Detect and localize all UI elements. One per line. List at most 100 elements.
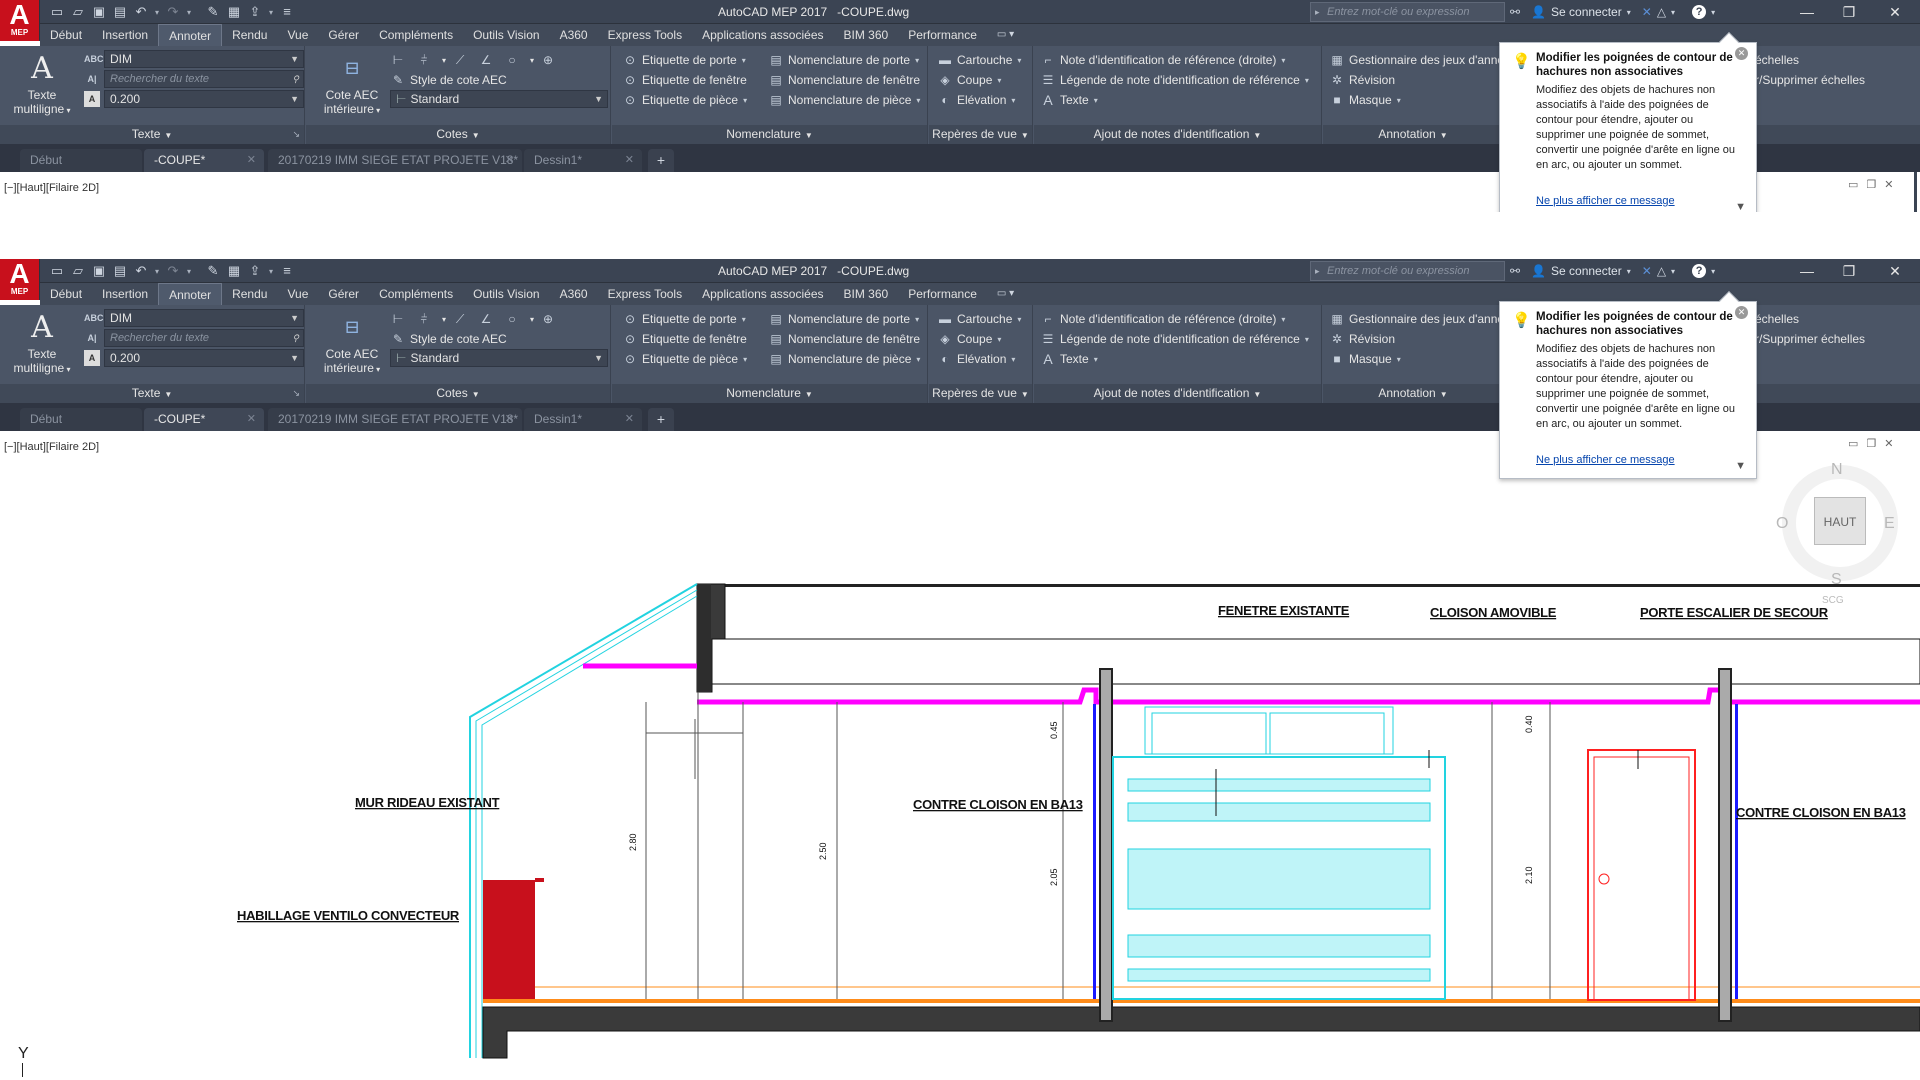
continue-dim-icon[interactable]: ⫩ bbox=[416, 53, 432, 68]
sign-in-button[interactable]: Se connecter bbox=[1551, 5, 1622, 19]
keynote-legend-button[interactable]: ☰ Légende de note d'identification de réf… bbox=[1040, 70, 1309, 90]
qat-customize-icon[interactable]: ≡ bbox=[278, 262, 296, 280]
tab-applications-associees[interactable]: Applications associées bbox=[692, 24, 833, 46]
plot-icon[interactable]: ▦ bbox=[225, 3, 243, 21]
minimize-button[interactable]: — bbox=[1784, 0, 1830, 24]
chevron-down-icon[interactable]: ▼ bbox=[1735, 201, 1746, 212]
help-dropdown-icon[interactable]: ▾ bbox=[1711, 267, 1715, 276]
multiline-text-dropdown-icon[interactable]: ▾ bbox=[64, 365, 70, 374]
panel-nomenclature-title[interactable]: Nomenclature ▼ bbox=[612, 384, 927, 403]
angular-dim-icon[interactable]: ∠ bbox=[478, 53, 494, 67]
multiline-text-button[interactable]: A Texte multiligne ▾ bbox=[6, 50, 78, 118]
close-icon[interactable]: ✕ bbox=[625, 408, 634, 430]
mask-button[interactable]: ■ Masque ▾ bbox=[1329, 90, 1400, 110]
multiline-text-dropdown-icon[interactable]: ▾ bbox=[64, 106, 70, 115]
tab-applications-associees[interactable]: Applications associées bbox=[692, 283, 833, 305]
viewport-close-icon[interactable]: ✕ bbox=[1884, 437, 1893, 450]
undo-icon[interactable]: ↶ bbox=[132, 262, 150, 280]
dim-style-select[interactable]: ⊢ Standard ▼ bbox=[390, 349, 608, 367]
exchange-apps-icon[interactable]: ✕ bbox=[1642, 5, 1652, 19]
application-menu-button[interactable]: A MEP bbox=[0, 259, 40, 300]
room-tag-button[interactable]: ⊙ Etiquette de pièce ▾ bbox=[622, 90, 747, 110]
close-icon[interactable]: ✕ bbox=[505, 408, 514, 430]
save-icon[interactable]: ▣ bbox=[90, 3, 108, 21]
door-tag-button[interactable]: ⊙ Etiquette de porte ▾ bbox=[622, 50, 746, 70]
viewport-minimize-icon[interactable]: ▭ bbox=[1848, 437, 1858, 450]
a360-icon[interactable]: △ bbox=[1657, 5, 1666, 19]
window-schedule-button[interactable]: ▤ Nomenclature de fenêtre bbox=[768, 329, 920, 349]
continue-dropdown-icon[interactable]: ▾ bbox=[442, 56, 446, 65]
mask-button[interactable]: ■ Masque ▾ bbox=[1329, 349, 1400, 369]
radius-dim-icon[interactable]: ○ bbox=[504, 312, 520, 326]
new-file-icon[interactable]: ▭ bbox=[48, 262, 66, 280]
dont-show-again-link[interactable]: Ne plus afficher ce message bbox=[1536, 454, 1675, 466]
continue-dropdown-icon[interactable]: ▾ bbox=[442, 315, 446, 324]
maximize-button[interactable]: ❐ bbox=[1826, 0, 1872, 24]
dont-show-again-link[interactable]: Ne plus afficher ce message bbox=[1536, 195, 1675, 207]
redo-icon[interactable]: ↷ bbox=[164, 262, 182, 280]
scales-button[interactable]: échelles bbox=[1755, 50, 1799, 70]
section-mark-button[interactable]: ◈ Coupe ▾ bbox=[937, 329, 1001, 349]
tab-vue[interactable]: Vue bbox=[277, 24, 318, 46]
door-schedule-button[interactable]: ▤ Nomenclature de porte ▾ bbox=[768, 50, 919, 70]
redo-dropdown-icon[interactable]: ▾ bbox=[185, 8, 193, 17]
panel-texte-title[interactable]: Texte ▼ ↘ bbox=[0, 125, 304, 144]
linear-dim-icon[interactable]: ⊢ bbox=[390, 53, 406, 67]
aec-dimension-dropdown-icon[interactable]: ▾ bbox=[374, 365, 380, 374]
open-folder-icon[interactable]: ▱ bbox=[69, 3, 87, 21]
aec-dimension-dropdown-icon[interactable]: ▾ bbox=[374, 106, 380, 115]
keynote-legend-button[interactable]: ☰ Légende de note d'identification de réf… bbox=[1040, 329, 1309, 349]
tab-performance[interactable]: Performance bbox=[898, 283, 987, 305]
redo-dropdown-icon[interactable]: ▾ bbox=[185, 267, 193, 276]
ribbon-display-toggle-icon[interactable]: ▭ ▾ bbox=[987, 24, 1024, 46]
tab-annoter[interactable]: Annoter bbox=[158, 283, 223, 305]
share-icon[interactable]: ⇪ bbox=[246, 3, 264, 21]
dialog-launcher-icon[interactable]: ↘ bbox=[292, 384, 300, 403]
application-menu-button[interactable]: A MEP bbox=[0, 0, 40, 41]
help-icon[interactable]: ? bbox=[1692, 5, 1707, 19]
search-expand-icon[interactable]: ▸ bbox=[1315, 262, 1320, 280]
tab-complements[interactable]: Compléments bbox=[369, 24, 463, 46]
close-icon[interactable]: ✕ bbox=[247, 408, 256, 430]
find-binoculars-icon[interactable]: ⚲ bbox=[292, 71, 299, 87]
undo-dropdown-icon[interactable]: ▾ bbox=[153, 8, 161, 17]
center-mark-icon[interactable]: ⊕ bbox=[540, 53, 556, 67]
title-mark-button[interactable]: ▬ Cartouche ▾ bbox=[937, 50, 1021, 70]
tab-insertion[interactable]: Insertion bbox=[92, 283, 158, 305]
section-mark-button[interactable]: ◈ Coupe ▾ bbox=[937, 70, 1001, 90]
window-tag-button[interactable]: ⊙ Etiquette de fenêtre bbox=[622, 70, 747, 90]
tab-debut[interactable]: Début bbox=[40, 283, 92, 305]
doc-tab-coupe[interactable]: -COUPE* ✕ bbox=[144, 408, 264, 431]
doc-tab-imm-siege[interactable]: 20170219 IMM SIEGE ETAT PROJETE V18* ✕ bbox=[268, 408, 522, 431]
panel-annotation-title[interactable]: Annotation ▼ bbox=[1323, 384, 1503, 403]
close-icon[interactable]: ✕ bbox=[625, 149, 634, 171]
match-properties-icon[interactable]: ✎ bbox=[204, 262, 222, 280]
help-dropdown-icon[interactable]: ▾ bbox=[1711, 8, 1715, 17]
help-icon[interactable]: ? bbox=[1692, 264, 1707, 278]
room-tag-button[interactable]: ⊙ Etiquette de pièce ▾ bbox=[622, 349, 747, 369]
compass-north[interactable]: N bbox=[1831, 210, 1843, 212]
room-schedule-button[interactable]: ▤ Nomenclature de pièce ▾ bbox=[768, 349, 920, 369]
new-tab-button[interactable]: + bbox=[648, 149, 674, 172]
search-expand-icon[interactable]: ▸ bbox=[1315, 3, 1320, 21]
door-tag-button[interactable]: ⊙ Etiquette de porte ▾ bbox=[622, 309, 746, 329]
tab-rendu[interactable]: Rendu bbox=[222, 283, 277, 305]
viewport-close-icon[interactable]: ✕ bbox=[1884, 178, 1893, 191]
panel-ajout-notes-title[interactable]: Ajout de notes d'identification ▼ bbox=[1034, 125, 1321, 144]
radius-dropdown-icon[interactable]: ▾ bbox=[530, 56, 534, 65]
doc-tab-coupe[interactable]: -COUPE* ✕ bbox=[144, 149, 264, 172]
elevation-mark-button[interactable]: ◐ Elévation ▾ bbox=[937, 349, 1015, 369]
find-text-input[interactable]: Rechercher du texte ⚲ bbox=[104, 329, 304, 347]
close-icon[interactable]: ✕ bbox=[505, 149, 514, 171]
sign-in-button[interactable]: Se connecter bbox=[1551, 264, 1622, 278]
tab-bim-360[interactable]: BIM 360 bbox=[834, 24, 899, 46]
tab-gerer[interactable]: Gérer bbox=[318, 24, 369, 46]
doc-tab-dessin1[interactable]: Dessin1* ✕ bbox=[524, 149, 642, 172]
tab-performance[interactable]: Performance bbox=[898, 24, 987, 46]
tab-insertion[interactable]: Insertion bbox=[92, 24, 158, 46]
ribbon-display-toggle-icon[interactable]: ▭ ▾ bbox=[987, 283, 1024, 305]
panel-ajout-notes-title[interactable]: Ajout de notes d'identification ▼ bbox=[1034, 384, 1321, 403]
text-height-select[interactable]: 0.200 ▼ bbox=[104, 90, 304, 108]
keynote-text-button[interactable]: A Texte ▾ bbox=[1040, 90, 1097, 110]
room-schedule-button[interactable]: ▤ Nomenclature de pièce ▾ bbox=[768, 90, 920, 110]
